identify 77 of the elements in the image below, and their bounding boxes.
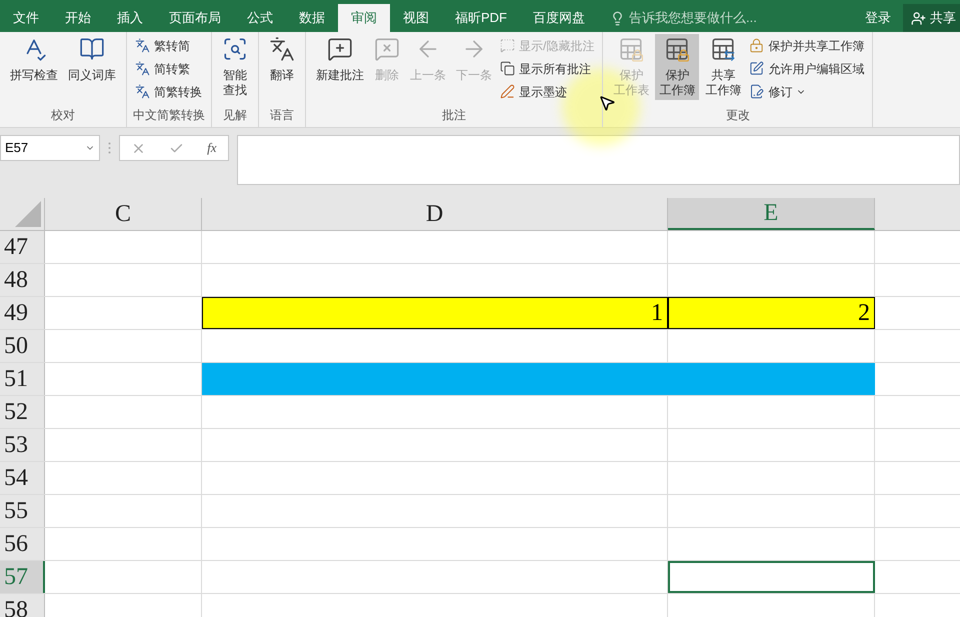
ribbon-tab[interactable]: 福昕PDF xyxy=(442,4,520,32)
table-cell[interactable] xyxy=(668,363,875,395)
name-box[interactable]: E57 xyxy=(0,135,100,161)
ribbon-button[interactable]: 新建批注 xyxy=(312,34,368,85)
copy-icon xyxy=(500,61,515,76)
lightbulb-icon xyxy=(610,10,625,26)
book-icon xyxy=(79,36,105,62)
ribbon-tab[interactable]: 视图 xyxy=(390,4,442,32)
formula-input[interactable] xyxy=(237,135,960,185)
group-label: 批注 xyxy=(441,107,468,124)
ribbon-button[interactable]: 修订 xyxy=(747,80,866,103)
sign-in-link[interactable]: 登录 xyxy=(853,4,903,32)
group-label: 校对 xyxy=(50,107,76,124)
ribbon-button[interactable]: 允许用户编辑区域 xyxy=(747,57,866,80)
row-header[interactable]: 51 xyxy=(0,363,45,395)
row-header[interactable]: 47 xyxy=(0,231,45,263)
tell-me-field[interactable]: 告诉我您想要做什么... xyxy=(629,8,819,28)
table-cell[interactable]: 2 xyxy=(668,297,875,329)
row-header[interactable]: 50 xyxy=(0,330,45,362)
row-header[interactable]: 58 xyxy=(0,594,45,617)
lock-icon xyxy=(749,38,764,53)
row-header[interactable]: 54 xyxy=(0,462,45,494)
share-button[interactable]: 共享 xyxy=(903,4,960,32)
search-icon xyxy=(222,36,248,62)
ribbon-tab[interactable]: 插入 xyxy=(104,4,156,32)
ribbon-button[interactable]: 繁转简 xyxy=(133,34,204,57)
row-header[interactable]: 57 xyxy=(0,561,45,593)
ribbon-button[interactable]: 智能 查找 xyxy=(218,34,252,100)
ribbon-tab[interactable]: 页面布局 xyxy=(156,4,234,32)
comment-plus-icon xyxy=(327,36,353,62)
ribbon-tab[interactable]: 审阅 xyxy=(338,4,390,32)
edit-icon xyxy=(749,61,764,76)
document-edit-icon xyxy=(749,84,764,99)
row-header[interactable]: 55 xyxy=(0,495,45,527)
ribbon-button[interactable]: 显示墨迹 xyxy=(498,80,596,103)
ribbon-button[interactable]: 翻译 xyxy=(265,34,299,85)
table-cell[interactable]: 1 xyxy=(202,297,668,329)
sheet-lock-icon xyxy=(618,36,644,62)
sheet-arrows-icon xyxy=(710,36,736,62)
table-cell[interactable] xyxy=(668,561,875,593)
group-label: 更改 xyxy=(724,107,751,124)
ribbon-tab[interactable]: 公式 xyxy=(234,4,286,32)
row-header[interactable]: 52 xyxy=(0,396,45,428)
group-label: 语言 xyxy=(269,107,295,124)
row-header[interactable]: 53 xyxy=(0,429,45,461)
translate-icon xyxy=(135,61,150,76)
translate-icon xyxy=(269,36,295,62)
row-header[interactable]: 49 xyxy=(0,297,45,329)
group-label: 见解 xyxy=(222,107,248,124)
pen-icon xyxy=(500,84,515,99)
comment-icon xyxy=(500,38,515,53)
ribbon-tab[interactable]: 百度网盘 xyxy=(520,4,598,32)
ribbon-tab[interactable]: 文件 xyxy=(0,4,52,32)
column-header[interactable]: C xyxy=(45,198,202,230)
mouse-pointer-icon xyxy=(598,94,616,112)
ribbon-button[interactable]: 简转繁 xyxy=(133,57,204,80)
comment-delete-icon xyxy=(374,36,400,62)
translate-icon xyxy=(135,38,150,53)
row-header[interactable]: 56 xyxy=(0,528,45,560)
translate-icon xyxy=(135,84,150,99)
table-cell[interactable] xyxy=(202,363,668,395)
ribbon-button[interactable]: 同义词库 xyxy=(64,34,120,85)
sheet-lock-icon xyxy=(664,36,690,62)
grip-icon xyxy=(108,142,111,154)
ribbon-button[interactable]: 拼写检查 xyxy=(6,34,62,85)
ribbon-button[interactable]: 保护并共享工作簿 xyxy=(747,34,866,57)
column-header[interactable]: E xyxy=(668,198,875,230)
group-label: 中文简繁转换 xyxy=(133,107,205,124)
ribbon-button[interactable]: 保护 工作簿 xyxy=(655,34,700,100)
ribbon-button[interactable]: 共享 工作簿 xyxy=(701,34,746,100)
ribbon-tab[interactable]: 开始 xyxy=(52,4,104,32)
user-plus-icon xyxy=(911,10,926,26)
ribbon-tab[interactable]: 数据 xyxy=(286,4,338,32)
ribbon-button[interactable]: 简繁转换 xyxy=(133,80,204,103)
row-header[interactable]: 48 xyxy=(0,264,45,296)
ribbon-button[interactable]: 显示所有批注 xyxy=(498,57,596,80)
insert-function-button[interactable]: fx xyxy=(207,138,217,158)
